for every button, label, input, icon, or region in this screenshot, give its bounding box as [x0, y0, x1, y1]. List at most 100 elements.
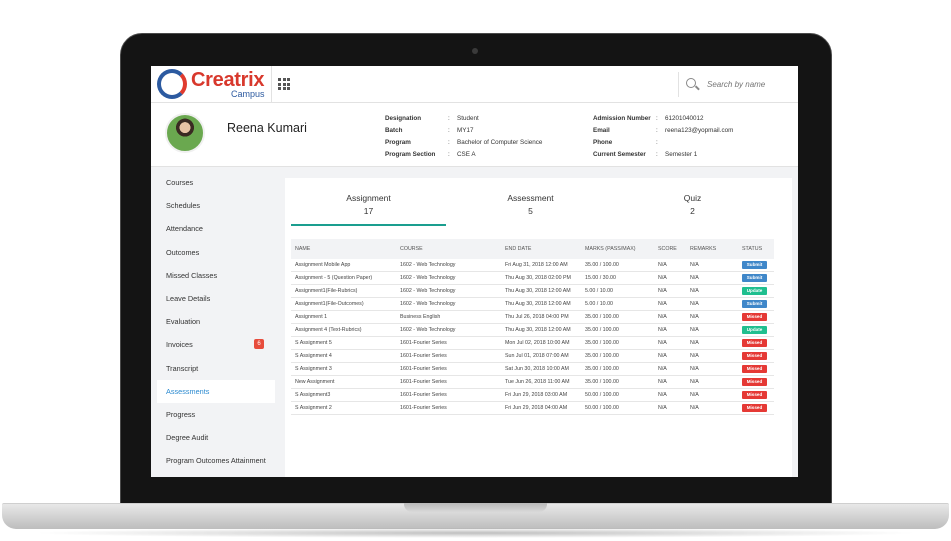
status-missed-button[interactable]: Missed [742, 313, 767, 321]
sidebar-item-program-outcomes-attainment[interactable]: Program Outcomes Attainment [157, 449, 275, 472]
cell-name: S Assignment 3 [291, 362, 396, 376]
cell-marks: 50.00 / 100.00 [581, 401, 654, 415]
cell-end-date: Thu Aug 30, 2018 02:00 PM [501, 271, 581, 285]
tab-count: 17 [363, 206, 374, 216]
table-row[interactable]: Assignment1(File-Rubrics) 1602 - Web Tech… [291, 284, 774, 298]
profile-field-value: Semester 1 [665, 151, 698, 158]
cell-course: 1602 - Web Technology [396, 271, 501, 285]
tab-label: Assessment [507, 193, 554, 203]
cell-name: Assignment1(File-Rubrics) [291, 284, 396, 298]
cell-remarks: N/A [686, 401, 738, 415]
sidebar-item-leave-details[interactable]: Leave Details [157, 287, 275, 310]
table-row[interactable]: S Assignment 2 1601-Fourier Series Fri Jun… [291, 401, 774, 415]
profile-field-label: Email [593, 127, 610, 134]
tab-assignment[interactable]: Assignment 17 [291, 178, 446, 226]
sidebar-item-invoices[interactable]: Invoices 6 [157, 333, 275, 356]
column-header: MARKS (PASS/MAX) [581, 239, 654, 259]
assessments-panel: Assignment 17 Assessment 5 Quiz 2 NAME COURSE E… [285, 178, 792, 477]
apps-grid-icon[interactable] [278, 78, 290, 90]
tab-quiz[interactable]: Quiz 2 [615, 178, 770, 226]
cell-end-date: Thu Jul 26, 2018 04:00 PM [501, 310, 581, 324]
status-missed-button[interactable]: Missed [742, 378, 767, 386]
logo-sub: Campus [231, 89, 265, 99]
cell-end-date: Thu Aug 30, 2018 12:00 AM [501, 284, 581, 298]
status-missed-button[interactable]: Missed [742, 391, 767, 399]
cell-status: Missed [738, 336, 774, 350]
cell-end-date: Fri Jun 29, 2018 03:00 AM [501, 388, 581, 402]
cell-score: N/A [654, 259, 686, 272]
cell-marks: 35.00 / 100.00 [581, 336, 654, 350]
status-missed-button[interactable]: Missed [742, 339, 767, 347]
profile-name: Reena Kumari [227, 121, 307, 135]
table-row[interactable]: S Assignment 4 1601-Fourier Series Sun Jul… [291, 349, 774, 363]
sidebar-item-evaluation[interactable]: Evaluation [157, 310, 275, 333]
status-missed-button[interactable]: Missed [742, 365, 767, 373]
table-row[interactable]: Assignment 4 (Text-Rubrics) 1602 - Web Te… [291, 323, 774, 337]
cell-course: 1601-Fourier Series [396, 375, 501, 389]
status-update-button[interactable]: Update [742, 326, 767, 334]
cell-name: New Assignment [291, 375, 396, 389]
table-row[interactable]: New Assignment 1601-Fourier Series Tue Jun… [291, 375, 774, 389]
sidebar-item-degree-audit[interactable]: Degree Audit [157, 426, 275, 449]
cell-course: 1602 - Web Technology [396, 323, 501, 337]
table-row[interactable]: S Assignment 3 1601-Fourier Series Sat Jun… [291, 362, 774, 376]
profile-header: Reena Kumari Designation: Student Batch: MY… [151, 103, 798, 167]
sidebar-item-transcript[interactable]: Transcript [157, 357, 275, 380]
cell-remarks: N/A [686, 271, 738, 285]
sidebar-item-progress[interactable]: Progress [157, 403, 275, 426]
sidebar: Courses Schedules Attendance Outcomes Missed… [151, 167, 275, 477]
cell-marks: 35.00 / 100.00 [581, 323, 654, 337]
status-missed-button[interactable]: Missed [742, 404, 767, 412]
cell-score: N/A [654, 284, 686, 298]
sidebar-item-schedules[interactable]: Schedules [157, 194, 275, 217]
logo[interactable]: Creatrix Campus [157, 69, 267, 99]
status-missed-button[interactable]: Missed [742, 352, 767, 360]
search-icon[interactable] [686, 78, 696, 88]
status-submit-button[interactable]: Submit [742, 274, 767, 282]
table-row[interactable]: Assignment1(File-Outcomes) 1602 - Web Tec… [291, 297, 774, 311]
profile-field-colon: : [656, 139, 658, 146]
search-input[interactable] [707, 77, 797, 91]
cell-remarks: N/A [686, 297, 738, 311]
cell-score: N/A [654, 323, 686, 337]
status-submit-button[interactable]: Submit [742, 261, 767, 269]
cell-marks: 50.00 / 100.00 [581, 388, 654, 402]
cell-name: Assignment - 5 (Question Paper) [291, 271, 396, 285]
status-update-button[interactable]: Update [742, 287, 767, 295]
sidebar-item-attendance[interactable]: Attendance [157, 217, 275, 240]
cell-name: Assignment 4 (Text-Rubrics) [291, 323, 396, 337]
profile-field-value: reena123@yopmail.com [665, 127, 734, 134]
tab-count: 2 [690, 206, 695, 216]
column-header: STATUS [738, 239, 774, 259]
table-row[interactable]: Assignment - 5 (Question Paper) 1602 - We… [291, 271, 774, 285]
table-row[interactable]: S Assignment3 1601-Fourier Series Fri Jun … [291, 388, 774, 402]
cell-score: N/A [654, 375, 686, 389]
cell-status: Missed [738, 375, 774, 389]
cell-status: Missed [738, 362, 774, 376]
tab-count: 5 [528, 206, 533, 216]
tab-assessment[interactable]: Assessment 5 [453, 178, 608, 226]
sidebar-item-courses[interactable]: Courses [157, 171, 275, 194]
cell-status: Missed [738, 310, 774, 324]
table-row[interactable]: S Assignment 5 1601-Fourier Series Mon Jul… [291, 336, 774, 350]
profile-field-colon: : [448, 151, 450, 158]
cell-course: 1601-Fourier Series [396, 362, 501, 376]
sidebar-item-missed-classes[interactable]: Missed Classes [157, 264, 275, 287]
profile-field-value: CSE A [457, 151, 476, 158]
tab-label: Assignment [346, 193, 391, 203]
sidebar-item-assessments[interactable]: Assessments [157, 379, 275, 403]
laptop-mockup: Creatrix Campus Reena Kumari Designation… [0, 0, 951, 541]
cell-course: 1602 - Web Technology [396, 284, 501, 298]
table-row[interactable]: Assignment 1 Business English Thu Jul 26, … [291, 310, 774, 324]
profile-field-colon: : [656, 127, 658, 134]
cell-marks: 35.00 / 100.00 [581, 310, 654, 324]
status-submit-button[interactable]: Submit [742, 300, 767, 308]
cell-end-date: Fri Jun 29, 2018 04:00 AM [501, 401, 581, 415]
cell-score: N/A [654, 297, 686, 311]
cell-remarks: N/A [686, 349, 738, 363]
table-row[interactable]: Assignment Mobile App 1602 - Web Technolo… [291, 259, 774, 272]
profile-field-value: Student [457, 115, 479, 122]
sidebar-item-outcomes[interactable]: Outcomes [157, 241, 275, 264]
profile-field-value: MY17 [457, 127, 474, 134]
cell-remarks: N/A [686, 362, 738, 376]
